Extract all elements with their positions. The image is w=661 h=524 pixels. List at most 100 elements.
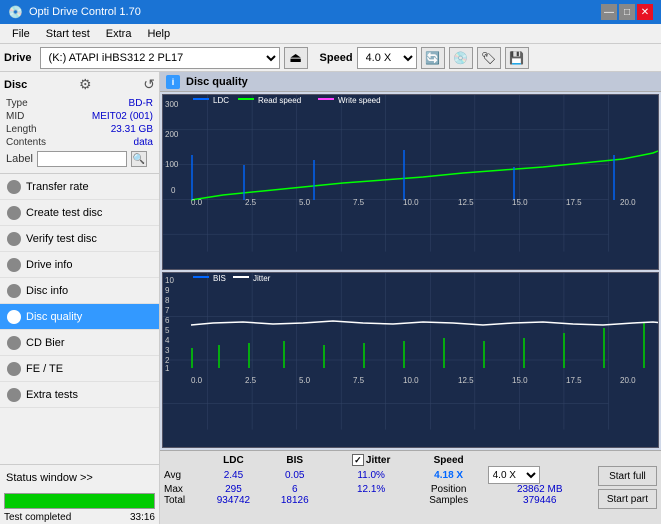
start-part-button[interactable]: Start part [598,489,657,509]
jitter-label: Jitter [366,455,390,466]
chart2-svg: 10 9 8 7 6 5 4 3 2 1 20% 16% 12% 8% 4% [163,273,658,447]
max-bis: 6 [267,484,323,495]
status-window-button[interactable]: Status window >> [0,465,159,491]
avg-ldc: 2.45 [200,466,267,484]
svg-text:5.0: 5.0 [299,376,311,385]
window-controls: — □ ✕ [601,4,653,20]
chart1-svg: 300 200 100 0 18X 16X 14X 12X 10X 8X 6X … [163,95,658,269]
svg-text:10.0: 10.0 [403,198,419,207]
disc-type-row: Type BD-R [4,97,155,110]
svg-text:20.0: 20.0 [620,376,636,385]
svg-text:4: 4 [165,336,170,345]
sidebar-item-verify-test-disc[interactable]: Verify test disc [0,226,159,252]
sidebar-item-fe-te[interactable]: FE / TE [0,356,159,382]
label-button[interactable]: 🏷 [477,47,501,69]
svg-text:3: 3 [165,346,170,355]
svg-text:9: 9 [165,286,170,295]
disc-refresh-icon[interactable]: ↺ [143,76,155,93]
minimize-button[interactable]: — [601,4,617,20]
app-title: Opti Drive Control 1.70 [29,6,141,18]
main-layout: Disc ⚙ ↺ Type BD-R MID MEIT02 (001) Leng… [0,72,661,524]
disc-section-title: Disc [4,79,27,91]
sidebar-item-disc-info[interactable]: Disc info [0,278,159,304]
stats-panel: LDC BIS ✓ Jitter Speed Avg [160,450,661,524]
speed-select-stats[interactable]: 4.0 X [488,466,540,484]
menu-start-test[interactable]: Start test [38,27,98,41]
svg-text:200: 200 [165,130,179,139]
disc-type-key: Type [6,98,28,109]
drive-label: Drive [4,52,32,64]
svg-text:LDC: LDC [213,96,229,105]
status-text-row: Test completed 33:16 [0,511,159,524]
svg-text:2.5: 2.5 [245,198,257,207]
disc-contents-val: data [134,137,153,148]
status-bottom: Status window >> Test completed 33:16 [0,464,159,524]
svg-text:300: 300 [165,100,179,109]
start-full-button[interactable]: Start full [598,466,657,486]
sidebar-item-disc-quality[interactable]: Disc quality [0,304,159,330]
disc-label-input[interactable] [37,151,127,167]
stats-avg-row: Avg 2.45 0.05 11.0% 4.18 X 4.0 X [164,466,592,484]
time-text: 33:16 [130,512,155,523]
svg-text:7.5: 7.5 [353,376,365,385]
svg-text:Jitter: Jitter [253,274,271,283]
disc-quality-icon: i [166,75,180,89]
speed-select[interactable]: 4.0 X [357,47,417,69]
svg-text:7.5: 7.5 [353,198,365,207]
content-area: i Disc quality [160,72,661,524]
svg-text:10.0: 10.0 [403,376,419,385]
svg-text:7: 7 [165,306,170,315]
menu-bar: File Start test Extra Help [0,24,661,44]
sidebar-item-transfer-rate[interactable]: Transfer rate [0,174,159,200]
bis-header: BIS [267,454,323,466]
position-label: Position [410,484,488,495]
eject-button[interactable]: ⏏ [284,47,308,69]
sidebar: Disc ⚙ ↺ Type BD-R MID MEIT02 (001) Leng… [0,72,160,524]
menu-extra[interactable]: Extra [98,27,140,41]
svg-text:12.5: 12.5 [458,376,474,385]
svg-text:1: 1 [165,364,170,373]
drive-toolbar: Drive (K:) ATAPI iHBS312 2 PL17 ⏏ Speed … [0,44,661,72]
drive-select[interactable]: (K:) ATAPI iHBS312 2 PL17 [40,47,280,69]
menu-file[interactable]: File [4,27,38,41]
save-button[interactable]: 💾 [505,47,529,69]
disc-length-row: Length 23.31 GB [4,123,155,136]
maximize-button[interactable]: □ [619,4,635,20]
svg-text:Write speed: Write speed [338,96,381,105]
disc-mid-key: MID [6,111,24,122]
disc-mid-row: MID MEIT02 (001) [4,110,155,123]
speed-label: Speed [320,52,353,64]
disc-quality-title: Disc quality [186,76,248,88]
title-bar: 💿 Opti Drive Control 1.70 — □ ✕ [0,0,661,24]
svg-text:15.0: 15.0 [512,198,528,207]
avg-bis: 0.05 [267,466,323,484]
charts-area: 300 200 100 0 18X 16X 14X 12X 10X 8X 6X … [160,92,661,450]
sidebar-item-extra-tests[interactable]: Extra tests [0,382,159,408]
ldc-header: LDC [200,454,267,466]
disc-length-val: 23.31 GB [111,124,153,135]
disc-contents-key: Contents [6,137,46,148]
disc-button[interactable]: 💿 [449,47,473,69]
refresh-button[interactable]: 🔄 [421,47,445,69]
svg-text:100: 100 [165,160,179,169]
disc-label-btn[interactable]: 🔍 [131,151,147,167]
svg-text:0: 0 [171,186,176,195]
jitter-checkbox[interactable]: ✓ [352,454,364,466]
svg-text:17.5: 17.5 [566,376,582,385]
close-button[interactable]: ✕ [637,4,653,20]
samples-val: 379446 [488,495,592,506]
avg-label: Avg [164,466,200,484]
svg-text:8: 8 [165,296,170,305]
svg-text:12.5: 12.5 [458,198,474,207]
svg-text:5: 5 [165,326,170,335]
total-label: Total [164,495,200,506]
sidebar-item-cd-bier[interactable]: CD Bier [0,330,159,356]
sidebar-item-drive-info[interactable]: Drive info [0,252,159,278]
app-icon: 💿 [8,5,23,19]
chart2: 10 9 8 7 6 5 4 3 2 1 20% 16% 12% 8% 4% [162,272,659,448]
sidebar-item-create-test-disc[interactable]: Create test disc [0,200,159,226]
position-val: 23862 MB [488,484,592,495]
disc-settings-icon[interactable]: ⚙ [79,76,92,93]
menu-help[interactable]: Help [139,27,178,41]
max-jitter: 12.1% [333,484,410,495]
